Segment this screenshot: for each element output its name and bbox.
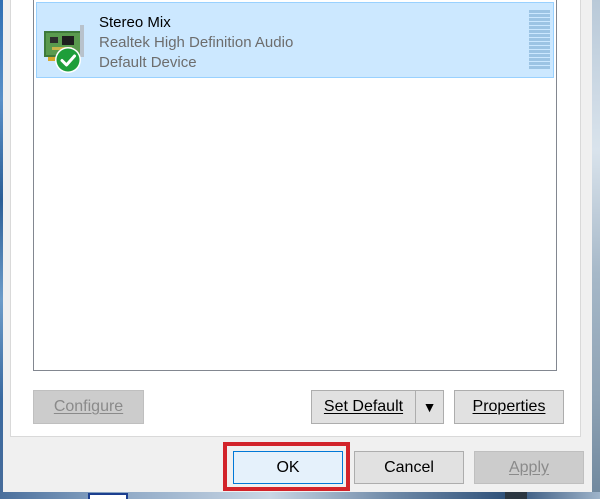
audio-level-meter — [529, 10, 550, 70]
ok-button[interactable]: OK — [233, 451, 343, 484]
device-name: Stereo Mix — [99, 14, 171, 31]
device-status: Default Device — [99, 54, 197, 71]
desktop-background-right — [592, 0, 600, 499]
set-default-dropdown-button[interactable]: ▼ — [415, 390, 444, 424]
default-checkmark-icon — [54, 46, 82, 74]
taskbar-app-icon[interactable] — [88, 493, 128, 499]
configure-button[interactable]: Configure — [33, 390, 144, 424]
device-row-stereo-mix[interactable]: Stereo Mix Realtek High Definition Audio… — [36, 2, 554, 78]
taskbar-app-icon-2[interactable] — [505, 492, 527, 499]
cancel-button[interactable]: Cancel — [354, 451, 464, 484]
recording-device-list[interactable]: Stereo Mix Realtek High Definition Audio… — [33, 0, 557, 371]
chevron-down-icon: ▼ — [422, 399, 437, 415]
set-default-button[interactable]: Set Default — [311, 390, 415, 424]
properties-button[interactable]: Properties — [454, 390, 564, 424]
device-driver: Realtek High Definition Audio — [99, 34, 294, 51]
apply-button[interactable]: Apply — [474, 451, 584, 484]
sound-card-icon — [42, 25, 86, 77]
